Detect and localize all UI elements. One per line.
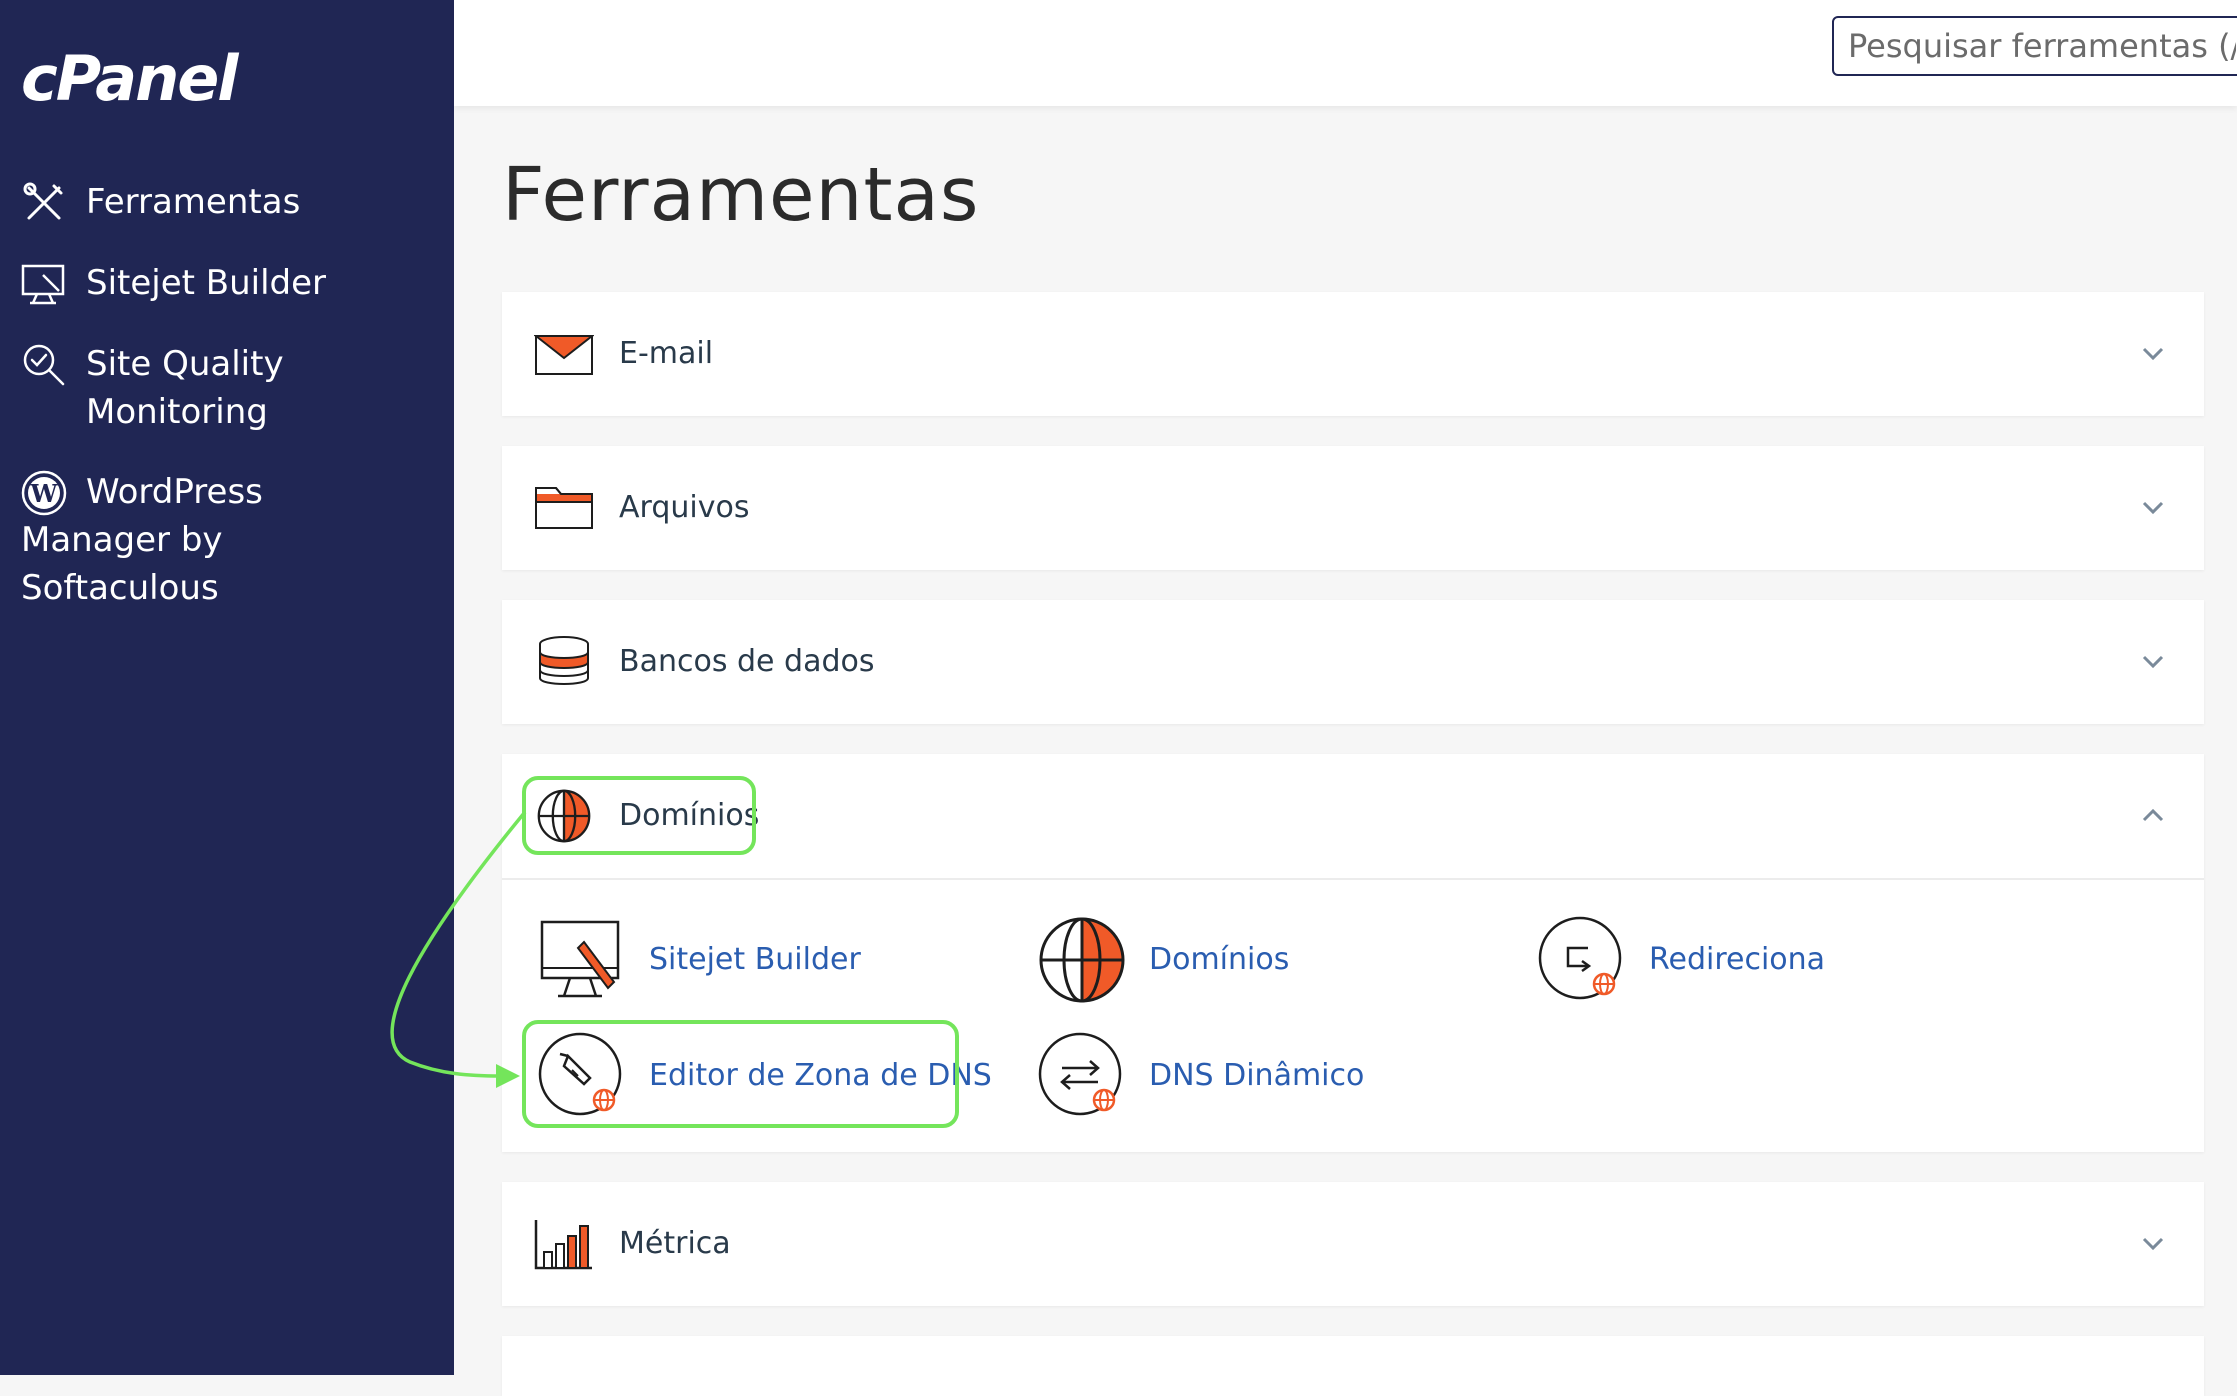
annotation-arrow: [390, 810, 527, 1088]
